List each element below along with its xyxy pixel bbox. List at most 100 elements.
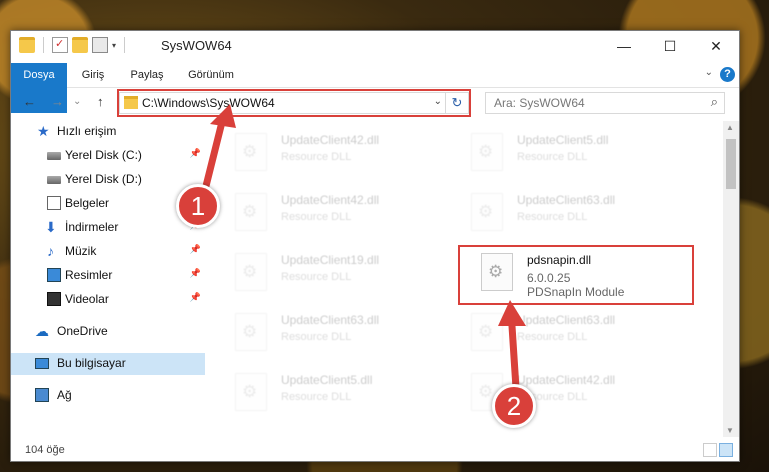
pin-icon[interactable]: 📌 bbox=[190, 148, 201, 159]
sidebar-item-label: Müzik bbox=[65, 244, 97, 258]
sidebar-item-label: İndirmeler bbox=[65, 220, 119, 234]
file-name: UpdateClient63.dll bbox=[517, 313, 616, 327]
sidebar-item-network[interactable]: Ağ bbox=[11, 385, 205, 407]
file-item[interactable]: UpdateClient42.dll Resource DLL bbox=[207, 187, 427, 237]
scroll-down-icon[interactable]: ▼ bbox=[726, 426, 734, 435]
forward-button[interactable]: → bbox=[51, 94, 64, 109]
sidebar-item-label: Belgeler bbox=[65, 196, 110, 210]
file-item[interactable]: UpdateClient63.dll Resource DLL bbox=[443, 307, 663, 357]
help-icon[interactable]: ? bbox=[720, 67, 735, 82]
file-item[interactable]: UpdateClient63.dll Resource DLL bbox=[443, 187, 663, 237]
file-description: Resource DLL bbox=[281, 391, 352, 403]
music-icon: ♪ bbox=[47, 243, 54, 259]
dll-file-icon bbox=[235, 373, 267, 411]
maximize-button[interactable]: ☐ bbox=[647, 31, 693, 61]
close-button[interactable]: ✕ bbox=[693, 31, 739, 61]
minimize-button[interactable]: — bbox=[601, 31, 647, 61]
title-bar: ▾ SysWOW64 — ☐ ✕ bbox=[11, 31, 739, 63]
file-item[interactable]: UpdateClient63.dll Resource DLL bbox=[207, 307, 427, 357]
pin-icon[interactable]: 📌 bbox=[190, 268, 201, 279]
window-controls: — ☐ ✕ bbox=[601, 31, 739, 61]
expand-ribbon-icon[interactable]: ⌄ bbox=[705, 67, 713, 78]
document-icon bbox=[47, 196, 61, 210]
sidebar-item-label: Resimler bbox=[65, 268, 113, 282]
file-name: UpdateClient42.dll bbox=[281, 193, 380, 207]
file-name: UpdateClient42.dll bbox=[517, 373, 616, 387]
dll-file-icon bbox=[235, 193, 267, 231]
window-title: SysWOW64 bbox=[161, 38, 232, 53]
sidebar-item-onedrive[interactable]: ☁ OneDrive bbox=[11, 321, 205, 343]
scroll-up-icon[interactable]: ▲ bbox=[726, 123, 734, 132]
tab-home[interactable]: Giriş bbox=[73, 63, 113, 87]
search-icon[interactable]: ⌕ bbox=[711, 94, 718, 110]
sidebar-item-downloads[interactable]: ⬇ İndirmeler 📌 bbox=[11, 217, 205, 239]
star-icon: ★ bbox=[37, 123, 50, 139]
scrollbar-thumb[interactable] bbox=[726, 139, 736, 189]
file-description: Resource DLL bbox=[281, 271, 352, 283]
search-box[interactable]: Ara: SysWOW64 ⌕ bbox=[485, 92, 725, 114]
file-item[interactable]: UpdateClient5.dll Resource DLL bbox=[443, 127, 663, 177]
tab-view[interactable]: Görünüm bbox=[183, 63, 239, 87]
file-highlight-box bbox=[458, 245, 694, 305]
properties-icon[interactable] bbox=[52, 37, 68, 53]
sidebar-item-local-disk-d[interactable]: Yerel Disk (D:) bbox=[11, 169, 205, 191]
sidebar-item-label: OneDrive bbox=[57, 324, 108, 338]
file-item[interactable]: UpdateClient42.dll Resource DLL bbox=[207, 127, 427, 177]
drive-icon bbox=[47, 176, 61, 184]
file-name: UpdateClient63.dll bbox=[281, 313, 380, 327]
file-description: Resource DLL bbox=[281, 331, 352, 343]
pin-icon[interactable]: 📌 bbox=[190, 244, 201, 255]
file-item[interactable]: UpdateClient5.dll Resource DLL bbox=[207, 367, 427, 417]
pin-icon[interactable]: 📌 bbox=[190, 292, 201, 303]
sidebar-item-quick-access[interactable]: ★ Hızlı erişim bbox=[11, 121, 205, 143]
dll-file-icon bbox=[235, 253, 267, 291]
sidebar-item-label: Bu bilgisayar bbox=[57, 356, 126, 370]
search-input[interactable]: Ara: SysWOW64 bbox=[494, 96, 585, 110]
dll-file-icon bbox=[471, 133, 503, 171]
drive-icon bbox=[47, 152, 61, 160]
file-description: Resource DLL bbox=[517, 211, 588, 223]
file-name: UpdateClient5.dll bbox=[281, 373, 373, 387]
network-icon bbox=[35, 388, 49, 402]
sidebar-item-label: Yerel Disk (C:) bbox=[65, 148, 142, 162]
sidebar-item-local-disk-c[interactable]: Yerel Disk (C:) 📌 bbox=[11, 145, 205, 167]
file-name: UpdateClient5.dll bbox=[517, 133, 609, 147]
new-folder-icon[interactable] bbox=[72, 37, 88, 53]
dll-file-icon bbox=[235, 133, 267, 171]
toolbar-dropdown-icon[interactable]: ▾ bbox=[112, 41, 116, 50]
navigation-bar: ← → ⌄ ↑ C:\Windows\SysWOW64 ⌄ ↻ Ara: Sys… bbox=[11, 88, 739, 118]
view-switcher bbox=[703, 443, 733, 457]
up-button[interactable]: ↑ bbox=[97, 94, 104, 109]
cloud-icon: ☁ bbox=[35, 323, 49, 339]
dll-file-icon bbox=[235, 313, 267, 351]
sidebar-item-pictures[interactable]: Resimler 📌 bbox=[11, 265, 205, 287]
sidebar-item-music[interactable]: ♪ Müzik 📌 bbox=[11, 241, 205, 263]
item-count: 104 öğe bbox=[25, 444, 65, 456]
file-name: UpdateClient42.dll bbox=[281, 133, 380, 147]
step-1-badge: 1 bbox=[176, 184, 220, 228]
back-button[interactable]: ← bbox=[23, 94, 36, 109]
ribbon: Dosya Giriş Paylaş Görünüm ⌄ ? bbox=[11, 63, 739, 113]
file-description: Resource DLL bbox=[281, 211, 352, 223]
file-item[interactable]: UpdateClient42.dll Resource DLL bbox=[443, 367, 663, 417]
vertical-scrollbar[interactable]: ▲ ▼ bbox=[723, 121, 739, 437]
file-description: Resource DLL bbox=[281, 151, 352, 163]
file-description: Resource DLL bbox=[517, 331, 588, 343]
tab-share[interactable]: Paylaş bbox=[125, 63, 169, 87]
sidebar-item-this-pc[interactable]: Bu bilgisayar bbox=[11, 353, 205, 375]
status-bar: 104 öğe bbox=[11, 439, 739, 461]
download-icon: ⬇ bbox=[45, 219, 57, 235]
dll-file-icon bbox=[471, 313, 503, 351]
pictures-icon bbox=[47, 268, 61, 282]
file-item[interactable]: UpdateClient19.dll Resource DLL bbox=[207, 247, 427, 297]
recent-locations-button[interactable]: ⌄ bbox=[73, 96, 81, 107]
computer-icon bbox=[35, 358, 49, 369]
tiles-view-icon[interactable] bbox=[719, 443, 733, 457]
toolbar-divider bbox=[124, 37, 126, 53]
navigation-pane: ★ Hızlı erişim Yerel Disk (C:) 📌 Yerel D… bbox=[11, 121, 205, 437]
customize-toolbar-icon[interactable] bbox=[92, 37, 108, 53]
details-view-icon[interactable] bbox=[703, 443, 717, 457]
sidebar-item-videos[interactable]: Videolar 📌 bbox=[11, 289, 205, 311]
toolbar-divider bbox=[43, 37, 44, 53]
video-icon bbox=[47, 292, 61, 306]
